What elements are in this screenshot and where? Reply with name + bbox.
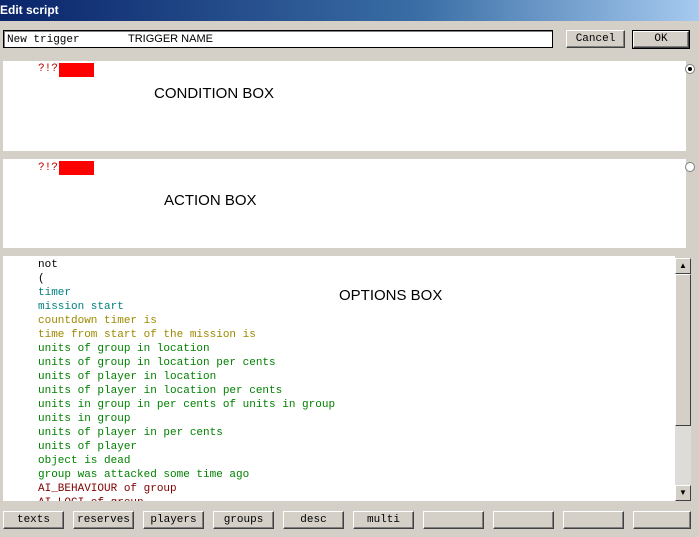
players-button[interactable]: players <box>143 511 204 529</box>
action-placeholder-block[interactable] <box>59 161 94 175</box>
option-item[interactable]: group was attacked some time ago <box>38 468 249 482</box>
window-title: Edit script <box>0 3 59 17</box>
option-item[interactable]: AI_BEHAVIOUR of group <box>38 482 177 496</box>
option-item[interactable]: ( <box>38 272 45 286</box>
option-item[interactable]: units of player <box>38 440 137 454</box>
action-radio[interactable] <box>685 162 695 172</box>
options-box-annotation: OPTIONS BOX <box>339 287 443 304</box>
blank-button-4[interactable] <box>633 511 691 529</box>
option-item[interactable]: units of player in per cents <box>38 426 223 440</box>
option-item[interactable]: not <box>38 258 58 272</box>
options-box[interactable]: not(timer mission start countdown timer is… <box>3 256 675 501</box>
option-item[interactable]: mission start <box>38 300 124 314</box>
option-item[interactable]: units in group in per cents of units in … <box>38 398 335 412</box>
option-item[interactable]: units of player in location <box>38 370 216 384</box>
cancel-button[interactable]: Cancel <box>566 30 625 48</box>
condition-token: ?!? <box>38 63 58 75</box>
desc-button[interactable]: desc <box>283 511 344 529</box>
groups-button[interactable]: groups <box>213 511 274 529</box>
condition-box-annotation: CONDITION BOX <box>154 85 275 102</box>
option-item[interactable]: units in group <box>38 412 130 426</box>
blank-button-1[interactable] <box>423 511 484 529</box>
option-item[interactable]: countdown timer is <box>38 314 157 328</box>
option-item[interactable]: units of group in location per cents <box>38 356 276 370</box>
trigger-name-annotation: TRIGGER NAME <box>128 33 213 45</box>
option-item[interactable]: timer <box>38 286 71 300</box>
condition-radio[interactable] <box>685 64 695 74</box>
trigger-name-input[interactable]: New trigger <box>3 30 553 48</box>
options-scrollbar[interactable]: ▲ ▼ <box>675 258 691 501</box>
condition-box[interactable]: ?!? CONDITION BOX <box>3 61 686 151</box>
option-item[interactable]: object is dead <box>38 454 130 468</box>
option-item[interactable]: AI_LOGI of group <box>38 496 144 501</box>
action-token: ?!? <box>38 162 58 174</box>
option-item[interactable]: units of player in location per cents <box>38 384 282 398</box>
texts-button[interactable]: texts <box>3 511 64 529</box>
option-item[interactable]: time from start of the mission is <box>38 328 256 342</box>
ok-button[interactable]: OK <box>632 30 690 49</box>
condition-placeholder-block[interactable] <box>59 63 94 77</box>
title-bar: Edit script <box>0 0 699 21</box>
scroll-thumb[interactable] <box>675 274 691 426</box>
option-item[interactable]: units of group in location <box>38 342 210 356</box>
scroll-track[interactable] <box>675 426 691 485</box>
scroll-up-icon[interactable]: ▲ <box>675 258 691 274</box>
scroll-down-icon[interactable]: ▼ <box>675 485 691 501</box>
blank-button-2[interactable] <box>493 511 554 529</box>
reserves-button[interactable]: reserves <box>73 511 134 529</box>
action-box-annotation: ACTION BOX <box>164 192 257 209</box>
blank-button-3[interactable] <box>563 511 624 529</box>
multi-button[interactable]: multi <box>353 511 414 529</box>
action-box[interactable]: ?!? ACTION BOX <box>3 159 686 248</box>
